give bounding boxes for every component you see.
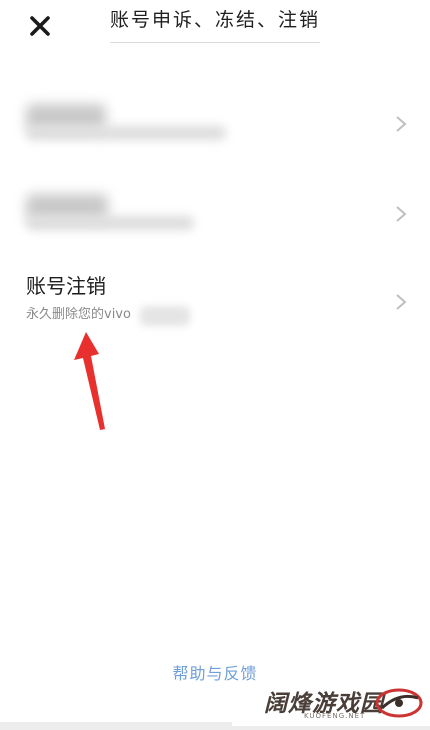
watermark: 阔烽游戏园 KUOFENG.NET: [232, 682, 430, 726]
chevron-right-icon: [396, 206, 407, 222]
item-title: 账号注销: [26, 274, 106, 298]
watermark-subtext: KUOFENG.NET: [304, 712, 366, 720]
chevron-right-icon: [396, 116, 407, 132]
chevron-right-icon: [396, 294, 407, 310]
blurred-subtitle: [26, 126, 226, 140]
close-icon[interactable]: [26, 12, 54, 40]
red-arrow-icon: [74, 332, 105, 430]
help-feedback-link[interactable]: 帮助与反馈: [0, 660, 430, 684]
watermark-logo-icon: [375, 688, 423, 718]
list-item-account-deletion[interactable]: 账号注销 永久删除您的vivo: [0, 272, 430, 352]
list-item-blurred-1[interactable]: [0, 96, 430, 176]
header-bar: 账号申诉、冻结、注销: [0, 0, 430, 48]
blurred-subtitle-tail: [140, 306, 190, 326]
item-subtitle: 永久删除您的vivo: [26, 307, 131, 322]
list-item-blurred-2[interactable]: [0, 186, 430, 266]
page-title: 账号申诉、冻结、注销: [110, 6, 320, 43]
blurred-subtitle: [26, 216, 194, 230]
